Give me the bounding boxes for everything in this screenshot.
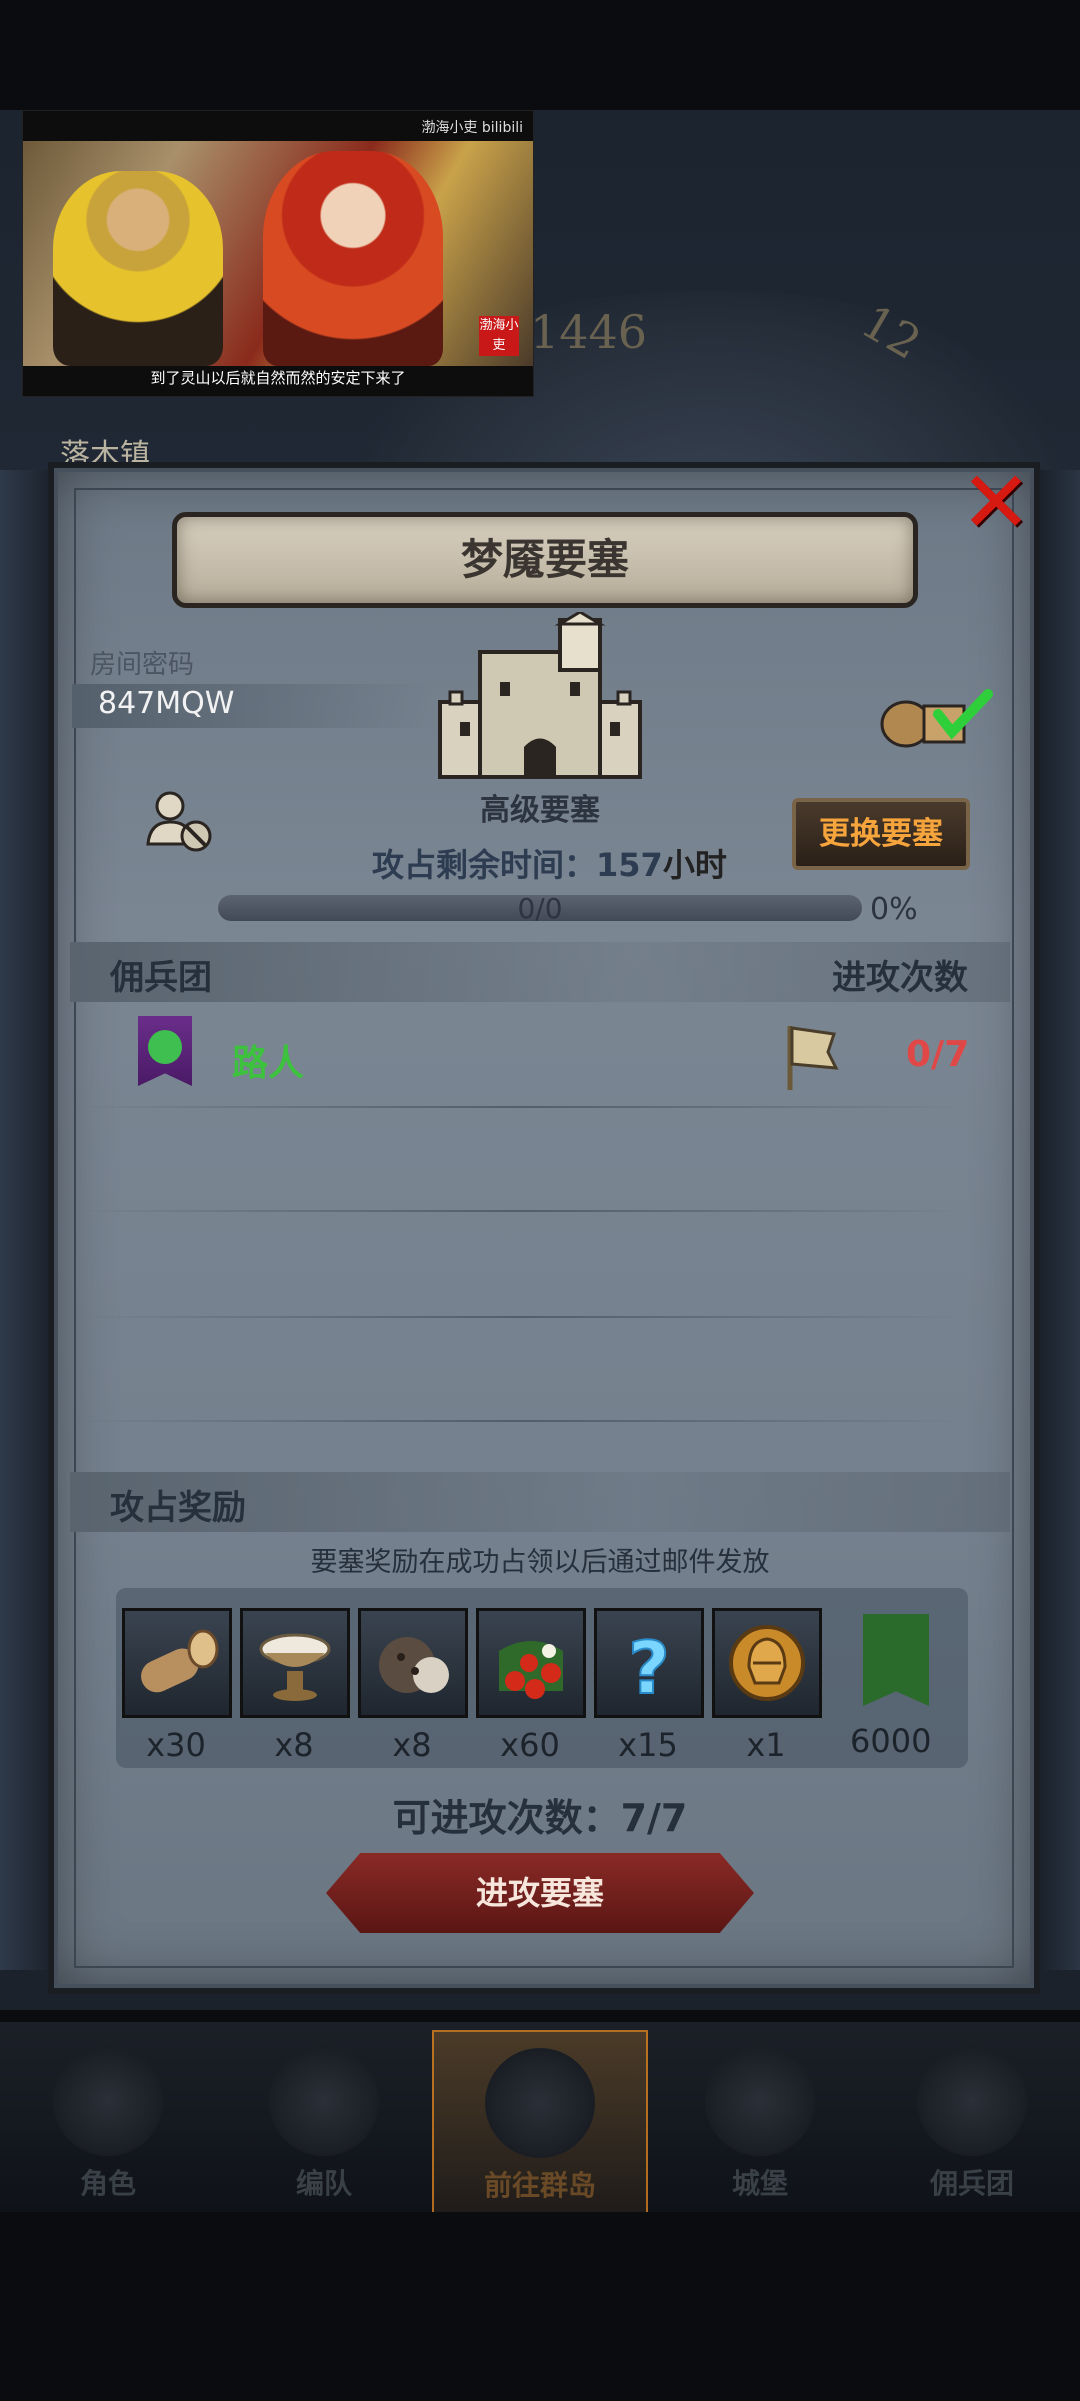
panel-title: 梦魇要塞: [172, 512, 918, 608]
fortress-castle-icon: [438, 612, 642, 779]
fortress-tier: 高级要塞: [480, 793, 600, 828]
video-figure: [263, 151, 443, 366]
mystery-question-icon: ?: [594, 1608, 704, 1718]
nav-label: 佣兵团: [929, 2167, 1014, 2200]
nav-label: 角色: [79, 2167, 136, 2200]
supply-bag-check-icon[interactable]: [876, 680, 996, 750]
clock-number: 1446: [530, 305, 648, 359]
nav-label: 城堡: [731, 2167, 788, 2200]
reward-qty: x8: [392, 1726, 432, 1764]
video-figure: [53, 171, 223, 366]
reward-heading: 攻占奖励: [110, 1488, 246, 1528]
progress-percent: 0%: [870, 892, 918, 927]
list-divider: [70, 1420, 970, 1422]
formation-icon: [269, 2046, 379, 2156]
reward-item[interactable]: x8: [358, 1608, 468, 1764]
right-map-edge: [1040, 470, 1080, 1970]
close-icon[interactable]: ✕: [955, 460, 1037, 546]
progress-text: 0/0: [517, 892, 563, 925]
mercenary-heading: 佣兵团: [110, 958, 212, 998]
remaining-attacks: 可进攻次数：7/7: [392, 1796, 688, 1840]
cream-bowl-icon: [240, 1608, 350, 1718]
guild-name[interactable]: 路人: [232, 1034, 304, 1086]
video-logo: 渤海小吏 bilibili: [421, 120, 523, 136]
change-fortress-button[interactable]: 更换要塞: [792, 798, 970, 870]
list-divider: [70, 1316, 970, 1318]
reward-item[interactable]: x60: [476, 1608, 586, 1764]
flag-icon: [787, 1026, 839, 1090]
list-divider: [70, 1210, 970, 1212]
reward-qty: x30: [146, 1726, 206, 1764]
guild-emblem-icon: [148, 1030, 182, 1064]
character-icon: [53, 2046, 163, 2156]
timer-unit: 小时: [662, 846, 727, 884]
reward-qty: x15: [618, 1726, 678, 1764]
room-code[interactable]: 847MQW: [98, 686, 234, 721]
mercenary-icon: [917, 2046, 1027, 2156]
room-label: 房间密码: [90, 650, 195, 680]
attack-fortress-button[interactable]: 进攻要塞: [326, 1853, 754, 1933]
truffle-icon: [358, 1608, 468, 1718]
svg-text:?: ?: [628, 1626, 670, 1710]
reward-item[interactable]: ? x15: [594, 1608, 704, 1764]
reward-qty: x60: [500, 1726, 560, 1764]
capture-timer: 攻占剩余时间：157小时: [372, 840, 727, 886]
berries-icon: [476, 1608, 586, 1718]
timer-text: 攻占剩余时间：157: [372, 846, 663, 884]
left-map-edge: [0, 470, 50, 1970]
reward-qty: x1: [746, 1726, 786, 1764]
reward-item[interactable]: x1: [712, 1608, 822, 1764]
nav-label: 前往群岛: [483, 2169, 596, 2202]
reward-qty: 6000: [850, 1722, 932, 1760]
nav-formation[interactable]: 编队: [224, 2030, 424, 2210]
nav-label: 编队: [295, 2167, 352, 2200]
list-divider: [70, 1106, 970, 1108]
attack-count-heading: 进攻次数: [832, 958, 968, 998]
guild-attack-count: 0/7: [906, 1034, 970, 1075]
reward-item[interactable]: x30: [122, 1608, 232, 1764]
castle-icon: [705, 2046, 815, 2156]
system-bottom-bar: [0, 2212, 1080, 2401]
video-stamp: 渤海小吏: [479, 316, 519, 356]
compass-icon: [485, 2048, 595, 2158]
reward-qty: x8: [274, 1726, 314, 1764]
no-entry-person-icon[interactable]: [146, 790, 216, 854]
nav-mercenary[interactable]: 佣兵团: [872, 2030, 1072, 2210]
nav-castle[interactable]: 城堡: [660, 2030, 860, 2210]
wood-log-icon: [122, 1608, 232, 1718]
video-overlay[interactable]: 渤海小吏 bilibili 渤海小吏 到了灵山以后就自然而然的安定下来了: [22, 110, 534, 397]
helmet-coin-icon: [712, 1608, 822, 1718]
video-subtitle: 到了灵山以后就自然而然的安定下来了: [150, 369, 406, 387]
reward-item[interactable]: x8: [240, 1608, 350, 1764]
nav-archipelago[interactable]: 前往群岛: [432, 2030, 648, 2214]
nav-character[interactable]: 角色: [8, 2030, 208, 2210]
reward-note: 要塞奖励在成功占领以后通过邮件发放: [310, 1547, 770, 1578]
